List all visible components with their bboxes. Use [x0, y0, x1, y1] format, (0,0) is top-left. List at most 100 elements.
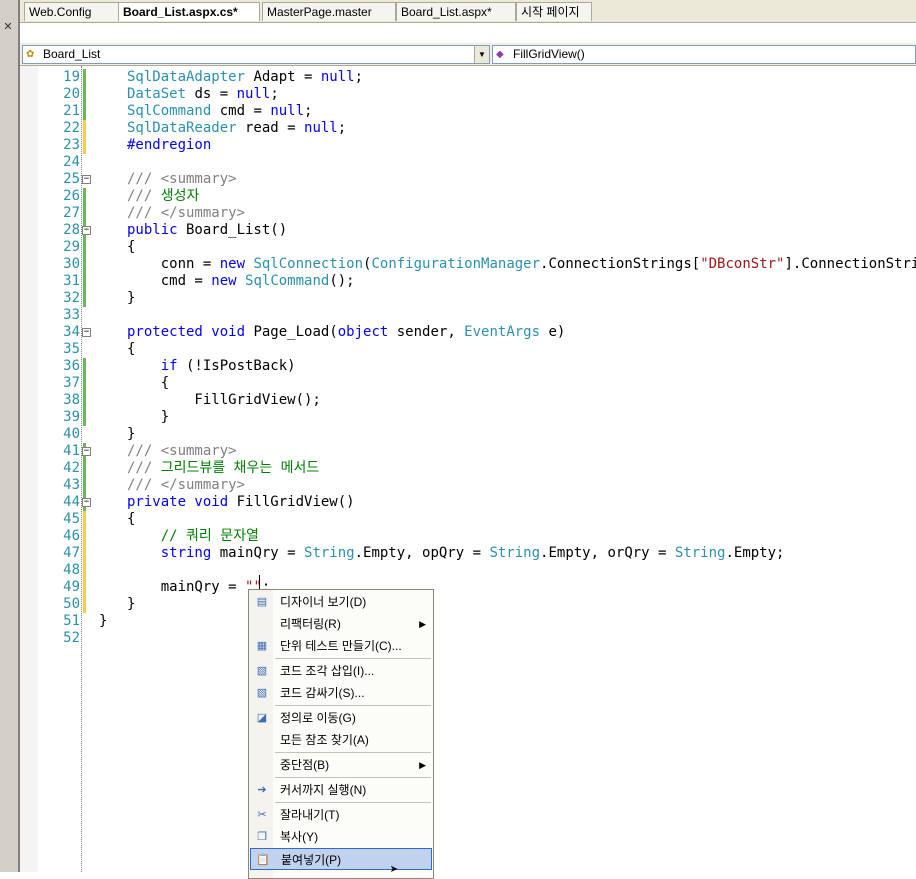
- line-number: 19: [63, 69, 80, 85]
- code-line[interactable]: 24: [20, 154, 916, 171]
- code-line[interactable]: 28− public Board_List(): [20, 222, 916, 239]
- line-number: 30: [63, 256, 80, 272]
- menu-item-label: 단위 테스트 만들기(C)...: [280, 639, 402, 653]
- code-line[interactable]: 31 cmd = new SqlCommand();: [20, 273, 916, 290]
- tab-web-config[interactable]: Web.Config: [24, 2, 122, 21]
- surround-with-icon: ▧: [256, 687, 268, 699]
- code-line[interactable]: 39 }: [20, 409, 916, 426]
- text-caret: [259, 575, 260, 590]
- code-line[interactable]: 27 /// </summary>: [20, 205, 916, 222]
- collapse-icon[interactable]: −: [82, 328, 91, 337]
- line-number: 26: [63, 188, 80, 204]
- left-panel-strip: ✕: [0, 0, 18, 872]
- change-marker: [83, 273, 86, 290]
- context-menu-item-2[interactable]: 리팩터링(R) ▶: [250, 613, 432, 635]
- code-text: }: [127, 596, 136, 612]
- collapse-icon[interactable]: −: [82, 175, 91, 184]
- tab-board-list-aspx[interactable]: Board_List.aspx*: [396, 2, 516, 21]
- context-menu-item-11[interactable]: ❐ 복사(Y): [250, 826, 432, 848]
- line-number: 22: [63, 120, 80, 136]
- code-line[interactable]: 43 /// </summary>: [20, 477, 916, 494]
- code-line[interactable]: 36 if (!IsPostBack): [20, 358, 916, 375]
- tab-board-list-aspx-cs[interactable]: Board_List.aspx.cs*: [118, 2, 260, 21]
- context-menu-item-5[interactable]: ▧ 코드 감싸기(S)...: [250, 682, 432, 704]
- code-line[interactable]: 37 {: [20, 375, 916, 392]
- collapse-icon[interactable]: −: [82, 447, 91, 456]
- menu-item-label: 리팩터링(R): [280, 617, 341, 631]
- code-editor[interactable]: 19 SqlDataAdapter Adapt = null; 20 DataSet …: [20, 66, 916, 872]
- code-text: }: [127, 290, 136, 306]
- line-number: 46: [63, 528, 80, 544]
- class-combo[interactable]: ✿ Board_List ▼: [22, 45, 490, 64]
- code-line[interactable]: 38 FillGridView();: [20, 392, 916, 409]
- context-menu-item-12[interactable]: 📋 붙여넣기(P): [250, 848, 432, 870]
- code-line[interactable]: 40}: [20, 426, 916, 443]
- chevron-down-icon[interactable]: ▼: [474, 46, 489, 63]
- context-menu-item-6[interactable]: ◪ 정의로 이동(G): [250, 707, 432, 729]
- code-line[interactable]: 29 {: [20, 239, 916, 256]
- context-menu-item-7[interactable]: 모든 참조 찾기(A): [250, 729, 432, 751]
- designer-icon: ▤: [256, 596, 268, 608]
- submenu-arrow-icon: ▶: [419, 760, 426, 770]
- code-line[interactable]: 34− protected void Page_Load(object sende…: [20, 324, 916, 341]
- tab-start-page[interactable]: 시작 페이지: [516, 2, 592, 21]
- code-line[interactable]: 23 #endregion: [20, 137, 916, 154]
- code-line[interactable]: 44− private void FillGridView(): [20, 494, 916, 511]
- code-line[interactable]: 30 conn = new SqlConnection(Configuratio…: [20, 256, 916, 273]
- method-icon: ◆: [496, 49, 504, 60]
- code-line[interactable]: 22 SqlDataReader read = null;: [20, 120, 916, 137]
- line-number: 45: [63, 511, 80, 527]
- line-number: 36: [63, 358, 80, 374]
- line-number: 20: [63, 86, 80, 102]
- line-number: 38: [63, 392, 80, 408]
- mouse-pointer-icon: ➤: [390, 862, 399, 878]
- code-line[interactable]: 25− /// <summary>: [20, 171, 916, 188]
- code-text: SqlDataAdapter Adapt = null;: [127, 69, 364, 85]
- context-menu-item-4[interactable]: ▧ 코드 조각 삽입(I)...: [250, 660, 432, 682]
- line-number: 23: [63, 137, 80, 153]
- code-line[interactable]: 20 DataSet ds = null;: [20, 86, 916, 103]
- line-number: 33: [63, 307, 80, 323]
- close-icon[interactable]: ✕: [2, 20, 14, 34]
- menu-item-label: 커서까지 실행(N): [280, 783, 367, 797]
- line-number: 24: [63, 154, 80, 170]
- line-number: 32: [63, 290, 80, 306]
- tab-masterpage-master[interactable]: MasterPage.master: [262, 2, 396, 21]
- code-text: /// <summary>: [127, 171, 237, 187]
- menu-separator: [275, 802, 431, 803]
- code-line[interactable]: 41− /// <summary>: [20, 443, 916, 460]
- code-text: SqlDataReader read = null;: [127, 120, 347, 136]
- code-line[interactable]: 45 {: [20, 511, 916, 528]
- context-menu-item-10[interactable]: ✂ 잘라내기(T): [250, 804, 432, 826]
- context-menu-item-3[interactable]: ▦ 단위 테스트 만들기(C)...: [250, 635, 432, 657]
- submenu-arrow-icon: ▶: [419, 619, 426, 629]
- menu-item-label: 모든 참조 찾기(A): [280, 733, 369, 747]
- menu-item-label: 코드 감싸기(S)...: [280, 686, 365, 700]
- code-line[interactable]: 46 // 쿼리 문자열: [20, 528, 916, 545]
- change-marker: [83, 392, 86, 409]
- code-line[interactable]: 33: [20, 307, 916, 324]
- code-line[interactable]: 35 {: [20, 341, 916, 358]
- context-menu: ▤ 디자이너 보기(D) 리팩터링(R) ▶ ▦ 단위 테스트 만들기(C)... ▧ 코드 …: [248, 589, 434, 879]
- code-line[interactable]: 19 SqlDataAdapter Adapt = null;: [20, 69, 916, 86]
- code-line[interactable]: 42 /// 그리드뷰를 채우는 메서드: [20, 460, 916, 477]
- code-line[interactable]: 26 /// 생성자: [20, 188, 916, 205]
- collapse-icon[interactable]: −: [82, 498, 91, 507]
- code-line[interactable]: 50}: [20, 596, 916, 613]
- line-number: 47: [63, 545, 80, 561]
- context-menu-item-1[interactable]: ▤ 디자이너 보기(D): [250, 591, 432, 613]
- code-line[interactable]: 51}: [20, 613, 916, 630]
- code-line[interactable]: 21 SqlCommand cmd = null;: [20, 103, 916, 120]
- code-line[interactable]: 48: [20, 562, 916, 579]
- code-line[interactable]: 52: [20, 630, 916, 647]
- collapse-icon[interactable]: −: [82, 226, 91, 235]
- code-text: cmd = new SqlCommand();: [127, 273, 355, 289]
- member-combo[interactable]: ◆ FillGridView(): [492, 45, 916, 64]
- copy-icon: ❐: [257, 831, 267, 843]
- line-number: 48: [63, 562, 80, 578]
- context-menu-item-8[interactable]: 중단점(B) ▶: [250, 754, 432, 776]
- context-menu-item-9[interactable]: ➔ 커서까지 실행(N): [250, 779, 432, 801]
- code-line[interactable]: 47 string mainQry = String.Empty, opQry …: [20, 545, 916, 562]
- code-line[interactable]: 32}: [20, 290, 916, 307]
- code-line[interactable]: 49 mainQry = "";: [20, 579, 916, 596]
